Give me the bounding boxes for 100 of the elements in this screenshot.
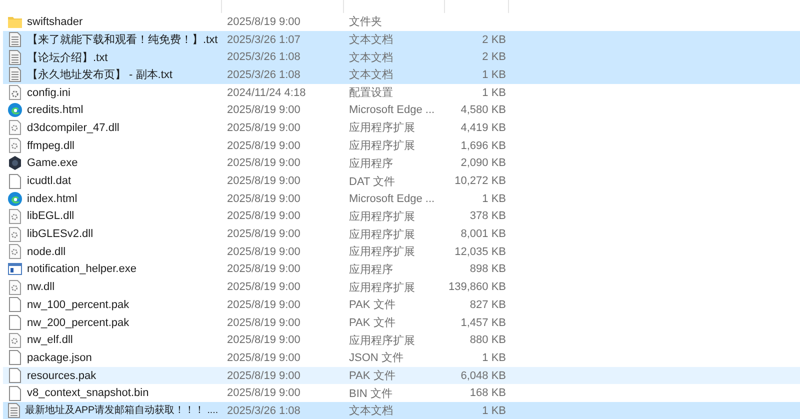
file-row[interactable]: 【论坛介绍】.txt 2025/3/26 1:08 文本文档 2 KB: [3, 48, 800, 66]
file-type: 应用程序扩展: [349, 282, 415, 294]
file-size: 139,860 KB: [448, 281, 506, 294]
file-name: Game.exe: [27, 157, 78, 170]
file-name: ffmpeg.dll: [27, 140, 74, 152]
file-size: 6,048 KB: [460, 370, 506, 382]
file-size: 378 KB: [470, 210, 506, 222]
file-size: 1 KB: [482, 68, 506, 81]
file-row[interactable]: credits.html 2025/8/19 9:00 Microsoft Edge ... 4,580 KB: [3, 101, 800, 120]
modified-date: 2025/8/19 9:00: [227, 210, 300, 222]
file-size: 1 KB: [482, 86, 506, 99]
modified-date: 2025/8/19 9:00: [227, 263, 300, 276]
modified-date: 2025/8/19 9:00: [227, 104, 300, 116]
text-file-icon: [9, 67, 21, 82]
file-size: 1 KB: [482, 352, 506, 364]
file-type: 应用程序扩展: [349, 122, 415, 134]
file-type: Microsoft Edge ...: [349, 104, 435, 116]
file-row[interactable]: ffmpeg.dll 2025/8/19 9:00 应用程序扩展 1,696 KB: [3, 136, 800, 154]
modified-date: 2025/8/19 9:00: [227, 334, 300, 346]
file-name: index.html: [27, 192, 78, 205]
file-row[interactable]: swiftshader 2025/8/19 9:00 文件夹: [3, 13, 800, 31]
file-name: config.ini: [27, 86, 70, 99]
file-size: 8,001 KB: [460, 228, 506, 240]
file-type: Microsoft Edge ...: [349, 192, 435, 205]
file-row[interactable]: notification_helper.exe 2025/8/19 9:00 应用程序 898 KB: [3, 260, 800, 278]
file-name: swiftshader: [27, 16, 83, 28]
modified-date: 2025/3/26 1:08: [227, 404, 300, 417]
file-row[interactable]: Game.exe 2025/8/19 9:00 应用程序 2,090 KB: [3, 154, 800, 172]
file-size: 827 KB: [470, 298, 506, 311]
gear-file-icon: [9, 208, 21, 224]
file-row[interactable]: nw_100_percent.pak 2025/8/19 9:00 PAK 文件 827 KB: [3, 296, 800, 314]
file-row[interactable]: 【来了就能下载和观看！纯免费！】.txt 2025/3/26 1:07 文本文档 2 KB: [3, 30, 800, 48]
file-name: 【来了就能下载和观看！纯免费！】.txt: [27, 32, 218, 48]
file-size: 880 KB: [470, 334, 506, 346]
file-name: icudtl.dat: [27, 175, 72, 188]
modified-date: 2025/8/19 9:00: [227, 316, 300, 329]
file-size: 1,457 KB: [460, 316, 506, 329]
text-file-icon: [8, 403, 20, 418]
modified-date: 2025/8/19 9:00: [227, 175, 300, 188]
file-row[interactable]: v8_context_snapshot.bin 2025/8/19 9:00 BIN 文件 168 KB: [3, 384, 800, 402]
modified-date: 2025/8/19 9:00: [227, 228, 300, 240]
modified-date: 2025/8/19 9:00: [227, 122, 300, 134]
modified-date: 2025/8/19 9:00: [227, 352, 300, 364]
file-name: 最新地址及APP请发邮箱自动获取！！！ ....: [25, 404, 218, 418]
app-icon: [8, 156, 22, 170]
file-icon: [9, 368, 21, 384]
browser-icon: [8, 192, 22, 206]
file-type: 配置设置: [349, 87, 393, 100]
file-row[interactable]: libGLESv2.dll 2025/8/19 9:00 应用程序扩展 8,001 KB: [3, 225, 800, 243]
file-icon: [9, 297, 21, 312]
file-icon: [9, 350, 21, 366]
file-name: package.json: [27, 352, 92, 364]
file-row[interactable]: 【永久地址发布页】 - 副本.txt 2025/3/26 1:08 文本文档 1 KB: [3, 66, 800, 84]
modified-date: 2025/8/19 9:00: [227, 298, 300, 311]
file-type: PAK 文件: [349, 370, 396, 382]
file-size: 4,419 KB: [460, 122, 506, 134]
file-name: v8_context_snapshot.bin: [27, 387, 149, 400]
gear-file-icon: [9, 120, 21, 136]
file-name: d3dcompiler_47.dll: [27, 122, 120, 134]
file-row[interactable]: icudtl.dat 2025/8/19 9:00 DAT 文件 10,272 KB: [3, 172, 800, 190]
file-name: notification_helper.exe: [27, 263, 136, 276]
file-name: nw_elf.dll: [27, 334, 73, 346]
modified-date: 2025/8/19 9:00: [227, 370, 300, 382]
file-row[interactable]: index.html 2025/8/19 9:00 Microsoft Edge ... 1 KB: [3, 190, 800, 208]
file-type: 文本文档: [349, 69, 393, 82]
gear-file-icon: [9, 138, 21, 154]
file-size: 4,580 KB: [460, 104, 506, 116]
file-type: 应用程序扩展: [349, 210, 415, 223]
file-icon: [9, 386, 21, 401]
file-name: nw_200_percent.pak: [27, 316, 130, 329]
file-size: 1,696 KB: [460, 140, 506, 152]
file-row[interactable]: resources.pak 2025/8/19 9:00 PAK 文件 6,048 KB: [3, 366, 800, 384]
file-name: 【永久地址发布页】 - 副本.txt: [27, 68, 172, 82]
file-name: libEGL.dll: [27, 210, 74, 222]
file-size: 898 KB: [470, 263, 506, 276]
file-row[interactable]: nw.dll 2025/8/19 9:00 应用程序扩展 139,860 KB: [3, 278, 800, 296]
file-name: resources.pak: [27, 370, 96, 382]
file-type: JSON 文件: [349, 352, 404, 364]
file-row[interactable]: 最新地址及APP请发邮箱自动获取！！！ .... 2025/3/26 1:08 文本文档 1 KB: [3, 402, 800, 419]
file-row[interactable]: libEGL.dll 2025/8/19 9:00 应用程序扩展 378 KB: [3, 208, 800, 226]
modified-date: 2025/8/19 9:00: [227, 16, 300, 28]
file-row[interactable]: package.json 2025/8/19 9:00 JSON 文件 1 KB: [3, 349, 800, 367]
file-row[interactable]: nw_elf.dll 2025/8/19 9:00 应用程序扩展 880 KB: [3, 331, 800, 350]
file-row[interactable]: node.dll 2025/8/19 9:00 应用程序扩展 12,035 KB: [3, 242, 800, 261]
file-type: PAK 文件: [349, 299, 396, 312]
file-type: 应用程序: [349, 158, 393, 170]
browser-icon: [8, 103, 22, 118]
file-type: 应用程序扩展: [349, 140, 415, 152]
file-row[interactable]: nw_200_percent.pak 2025/8/19 9:00 PAK 文件 1,457 KB: [3, 314, 800, 332]
file-type: BIN 文件: [349, 388, 392, 400]
file-size: 2,090 KB: [460, 157, 506, 170]
file-row[interactable]: config.ini 2024/11/24 4:18 配置设置 1 KB: [3, 84, 800, 102]
file-name: node.dll: [27, 246, 66, 258]
file-type: 文本文档: [349, 52, 393, 64]
file-icon: [9, 174, 21, 189]
gear-file-icon: [9, 244, 21, 260]
file-name: credits.html: [27, 104, 84, 116]
modified-date: 2025/8/19 9:00: [227, 281, 300, 294]
file-row[interactable]: d3dcompiler_47.dll 2025/8/19 9:00 应用程序扩展 4,419 KB: [3, 119, 800, 137]
folder-icon: [8, 16, 22, 28]
